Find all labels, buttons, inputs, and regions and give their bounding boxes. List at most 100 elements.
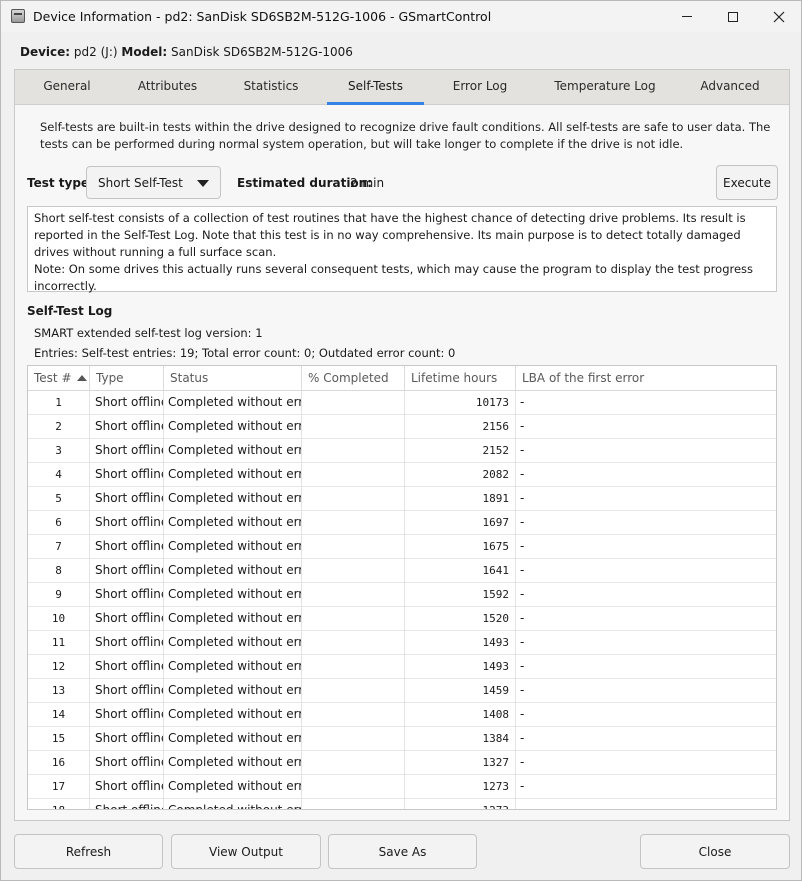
title-bar[interactable]: Device Information - pd2: SanDisk SD6SB2… — [1, 1, 801, 32]
cell-num: 5 — [28, 487, 90, 511]
log-entries-text: Entries: Self-test entries: 19; Total er… — [34, 346, 456, 360]
cell-type: Short offline — [90, 727, 164, 751]
cell-num: 13 — [28, 679, 90, 703]
cell-status: Completed without error — [164, 559, 302, 583]
close-button[interactable]: Close — [640, 834, 790, 869]
cell-lba: - — [520, 611, 525, 625]
column-header-percent-completed[interactable]: % Completed — [302, 366, 405, 391]
tab-temperature-log[interactable]: Temperature Log — [536, 70, 674, 105]
cell-pct — [302, 751, 405, 775]
cell-pct — [302, 631, 405, 655]
test-type-value: Short Self-Test — [98, 175, 183, 190]
table-row[interactable]: 5 Short offline Completed without error 189… — [28, 487, 776, 511]
cell-num: 8 — [28, 559, 90, 583]
cell-pct — [302, 391, 405, 415]
cell-pct — [302, 439, 405, 463]
cell-num: 4 — [28, 463, 90, 487]
execute-button[interactable]: Execute — [716, 165, 778, 200]
device-information-window: Device Information - pd2: SanDisk SD6SB2… — [0, 0, 802, 881]
table-row[interactable]: 11 Short offline Completed without error 14… — [28, 631, 776, 655]
cell-type: Short offline — [90, 463, 164, 487]
table-row[interactable]: 12 Short offline Completed without error 14… — [28, 655, 776, 679]
table-row[interactable]: 13 Short offline Completed without error 14… — [28, 679, 776, 703]
cell-status: Completed without error — [164, 631, 302, 655]
cell-type: Short offline — [90, 391, 164, 415]
table-row[interactable]: 9 Short offline Completed without error 159… — [28, 583, 776, 607]
model-label: Model: — [121, 45, 168, 59]
refresh-button[interactable]: Refresh — [14, 834, 163, 869]
cell-type: Short offline — [90, 559, 164, 583]
cell-hours: 2082 — [405, 463, 516, 487]
table-row[interactable]: 8 Short offline Completed without error 164… — [28, 559, 776, 583]
tab-attributes[interactable]: Attributes — [119, 70, 216, 105]
table-row[interactable]: 2 Short offline Completed without error 215… — [28, 415, 776, 439]
cell-type: Short offline — [90, 679, 164, 703]
tab-error-log[interactable]: Error Log — [424, 70, 536, 105]
cell-pct — [302, 775, 405, 799]
cell-num: 11 — [28, 631, 90, 655]
cell-lba: - — [520, 395, 525, 409]
view-output-button[interactable]: View Output — [171, 834, 321, 869]
cell-type: Short offline — [90, 799, 164, 809]
cell-lba: - — [520, 467, 525, 481]
cell-lba: - — [520, 539, 525, 553]
cell-type: Short offline — [90, 511, 164, 535]
tab-statistics[interactable]: Statistics — [216, 70, 326, 105]
table-row[interactable]: 18Short offlineCompleted without error 12… — [28, 799, 776, 809]
maximize-button[interactable] — [710, 1, 756, 32]
table-row[interactable]: 10 Short offline Completed without error 15… — [28, 607, 776, 631]
column-header-lifetime-hours[interactable]: Lifetime hours — [405, 366, 516, 391]
cell-lba: - — [520, 419, 525, 433]
table-row[interactable]: 1 Short offline Completed without error 101… — [28, 391, 776, 415]
cell-type: Short offline — [90, 583, 164, 607]
cell-pct — [302, 799, 405, 809]
cell-lba: - — [520, 707, 525, 721]
cell-type: Short offline — [90, 535, 164, 559]
column-header-status[interactable]: Status — [164, 366, 302, 391]
tab-self-tests[interactable]: Self-Tests — [327, 70, 424, 105]
tab-general[interactable]: General — [15, 70, 119, 105]
table-row[interactable]: 4 Short offline Completed without error 208… — [28, 463, 776, 487]
column-header-test-num[interactable]: Test # — [28, 366, 90, 391]
cell-num: 2 — [28, 415, 90, 439]
test-description-text: Short self-test consists of a collection… — [34, 211, 746, 259]
table-row[interactable]: 3 Short offline Completed without error 215… — [28, 439, 776, 463]
table-row[interactable]: 15 Short offline Completed without error 13… — [28, 727, 776, 751]
cell-num: 7 — [28, 535, 90, 559]
cell-pct — [302, 463, 405, 487]
sort-ascending-icon — [76, 375, 87, 381]
save-as-button[interactable]: Save As — [328, 834, 477, 869]
cell-status: Completed without error — [164, 535, 302, 559]
cell-status: Completed without error — [164, 799, 302, 809]
cell-hours: 1493 — [405, 631, 516, 655]
test-description-note: Note: On some drives this actually runs … — [34, 262, 754, 293]
cell-status: Completed without error — [164, 727, 302, 751]
cell-num: 16 — [28, 751, 90, 775]
device-label: Device: — [20, 45, 71, 59]
window-title: Device Information - pd2: SanDisk SD6SB2… — [33, 9, 492, 24]
cell-hours: 1459 — [405, 679, 516, 703]
app-drive-icon — [11, 9, 25, 23]
self-test-log-table[interactable]: Test # Type Status % Completed Lifetime … — [27, 365, 777, 810]
minimize-button[interactable] — [664, 1, 710, 32]
cell-lba: - — [520, 755, 525, 769]
table-row[interactable]: 16 Short offline Completed without error 13… — [28, 751, 776, 775]
cell-hours: 1592 — [405, 583, 516, 607]
column-header-type[interactable]: Type — [90, 366, 164, 391]
test-description-box: Short self-test consists of a collection… — [27, 206, 777, 293]
cell-pct — [302, 679, 405, 703]
table-row[interactable]: 7 Short offline Completed without error 167… — [28, 535, 776, 559]
close-window-button[interactable] — [756, 1, 802, 32]
table-row[interactable]: 6 Short offline Completed without error 169… — [28, 511, 776, 535]
tab-advanced[interactable]: Advanced — [674, 70, 786, 105]
test-type-select[interactable]: Short Self-Test — [86, 166, 221, 199]
cell-status: Completed without error — [164, 487, 302, 511]
column-header-lba-first-error[interactable]: LBA of the first error — [516, 366, 776, 391]
cell-status: Completed without error — [164, 607, 302, 631]
minimize-icon — [682, 16, 692, 17]
self-test-log-title: Self-Test Log — [27, 304, 113, 318]
table-row[interactable]: 14 Short offline Completed without error 14… — [28, 703, 776, 727]
cell-num: 15 — [28, 727, 90, 751]
cell-hours: 10173 — [405, 391, 516, 415]
table-row[interactable]: 17 Short offline Completed without error 12… — [28, 775, 776, 799]
